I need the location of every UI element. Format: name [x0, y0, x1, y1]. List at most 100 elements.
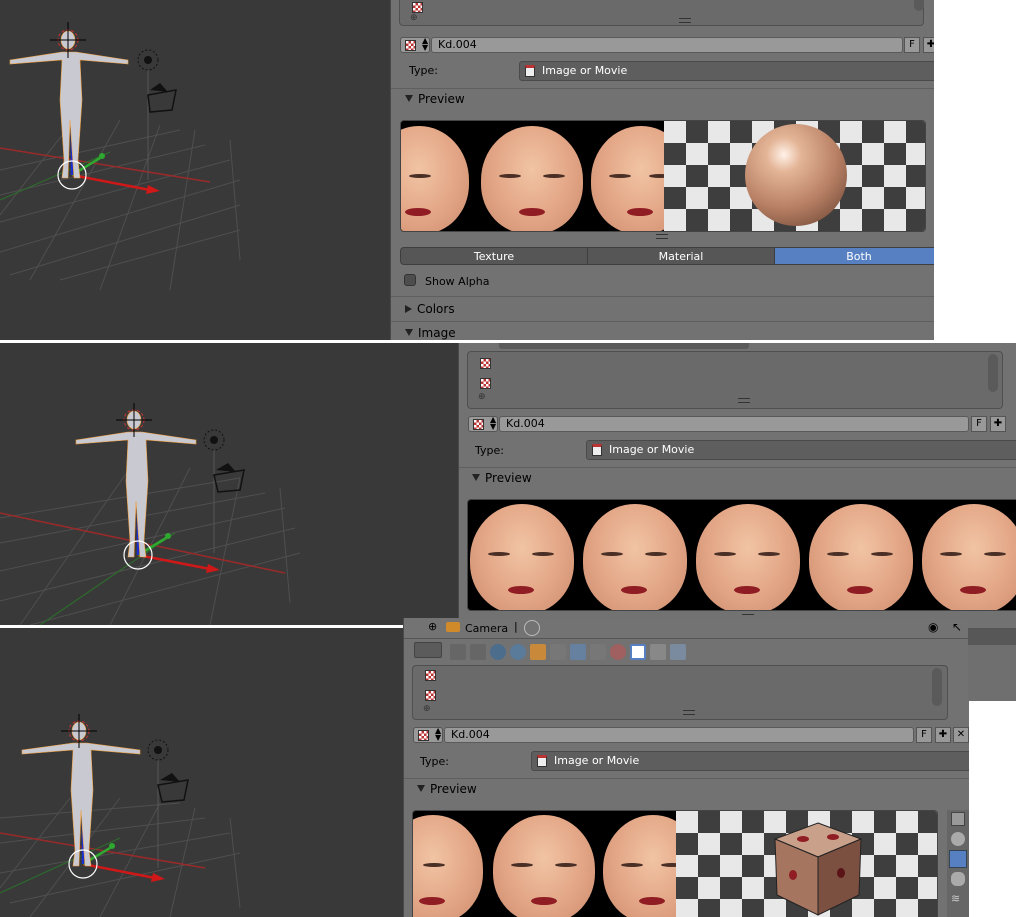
monkey-shape-button[interactable]	[951, 872, 965, 886]
resize-handle[interactable]	[683, 710, 695, 715]
slots-scrollbar[interactable]	[914, 0, 924, 11]
type-select-value: Image or Movie	[609, 443, 695, 456]
face-texture	[583, 504, 687, 610]
face-texture	[413, 815, 483, 917]
fake-user-button[interactable]: F	[916, 727, 932, 743]
image-header[interactable]: Image	[405, 326, 456, 340]
plus-icon[interactable]: ✚	[923, 37, 934, 53]
texture-slots-list[interactable]: ⊕	[399, 0, 924, 26]
tab-material[interactable]: Material	[587, 247, 775, 265]
show-alpha-checkbox[interactable]	[404, 274, 416, 286]
divider	[391, 296, 934, 297]
preview-header[interactable]: Preview	[405, 92, 465, 106]
object-data-icon[interactable]	[530, 644, 546, 660]
resize-handle[interactable]	[656, 234, 668, 239]
face-texture	[470, 504, 574, 610]
viewport-3d-bottom[interactable]	[0, 628, 403, 917]
plus-icon[interactable]: ⊕	[428, 620, 437, 633]
scene-middle	[0, 403, 301, 625]
type-label: Type:	[475, 444, 504, 457]
face-texture	[809, 504, 913, 610]
show-alpha-label: Show Alpha	[425, 275, 490, 288]
slots-scrollbar[interactable]	[988, 354, 998, 392]
fake-user-button[interactable]: F	[904, 37, 920, 53]
texture-name-field[interactable]: Kd.004	[431, 37, 903, 53]
image-icon	[537, 755, 547, 767]
editor-type-icon[interactable]	[414, 642, 442, 658]
resize-handle[interactable]	[738, 398, 750, 403]
cube-shape-button[interactable]	[949, 850, 967, 868]
type-label: Type:	[409, 64, 438, 77]
tab-both[interactable]: Both	[774, 247, 934, 265]
type-select-value: Image or Movie	[542, 64, 628, 77]
type-label: Type:	[420, 755, 449, 768]
constraints-icon[interactable]	[550, 644, 566, 660]
hair-shape-button[interactable]: ≋	[951, 892, 965, 906]
texture-name-field[interactable]: Kd.004	[444, 727, 914, 743]
properties-toolbar[interactable]	[499, 343, 749, 349]
preview-header[interactable]: Preview	[472, 471, 532, 485]
add-slot-icon[interactable]: ⊕	[423, 704, 431, 714]
divider	[391, 321, 934, 322]
camera-label: Camera	[465, 622, 509, 635]
image-icon	[525, 65, 535, 77]
viewport-3d-top[interactable]	[0, 0, 390, 340]
render-icon[interactable]	[450, 644, 466, 660]
type-select[interactable]: Image or Movie	[531, 751, 969, 771]
texture-browse-button[interactable]: ▲ ▼	[400, 37, 430, 53]
scene-bottom	[0, 714, 241, 917]
world-icon[interactable]	[524, 620, 540, 636]
tab-texture[interactable]: Texture	[400, 247, 588, 265]
checker-texture-icon[interactable]	[630, 644, 646, 660]
viewport-3d-middle[interactable]	[0, 343, 458, 625]
type-select-value: Image or Movie	[554, 754, 640, 767]
wrench-icon[interactable]	[570, 644, 586, 660]
checker-texture-icon	[473, 419, 484, 430]
material-sphere	[745, 124, 847, 226]
texture-panel-bottom: ⊕ Camera | ◉ ↖ ⊕ ▲▼ Kd.004 F ✚ ✕ Type:	[403, 618, 969, 917]
side-panel-fragment	[968, 628, 1016, 701]
eye-icon[interactable]: ◉	[928, 620, 938, 634]
checker-texture-icon	[418, 730, 429, 741]
preview-header[interactable]: Preview	[417, 782, 477, 796]
texture-slots-list[interactable]: ⊕	[412, 665, 948, 720]
material-icon[interactable]	[610, 644, 626, 660]
sphere-shape-button[interactable]	[951, 832, 965, 846]
resize-handle[interactable]	[679, 18, 691, 23]
texture-browse-button[interactable]: ▲ ▼	[468, 416, 498, 432]
properties-toolbar[interactable]	[414, 642, 694, 662]
texture-panel-top: ⊕ ▲▼ Kd.004 F ✚ Type: Image or Movie Pre…	[390, 0, 934, 340]
world-icon[interactable]	[490, 644, 506, 660]
texture-name-field[interactable]: Kd.004	[499, 416, 969, 432]
particles-icon[interactable]	[650, 644, 666, 660]
cursor-icon[interactable]: ↖	[952, 620, 962, 634]
colors-header[interactable]: Colors	[405, 302, 455, 316]
fake-user-button[interactable]: F	[971, 416, 987, 432]
divider	[459, 467, 1016, 468]
chevron-updown-icon: ▲ ▼	[490, 415, 497, 431]
texture-slots-list[interactable]: ⊕	[467, 351, 1003, 409]
face-texture	[493, 815, 595, 917]
add-slot-icon[interactable]: ⊕	[410, 13, 418, 23]
type-select[interactable]: Image or Movie	[586, 440, 1016, 460]
add-slot-icon[interactable]: ⊕	[478, 392, 486, 402]
scene-icon[interactable]	[470, 644, 486, 660]
chevron-updown-icon: ▲ ▼	[422, 36, 429, 52]
collapse-triangle-icon	[472, 474, 480, 481]
x-icon[interactable]: ✕	[953, 727, 969, 743]
checker-texture-icon	[480, 378, 491, 389]
collapse-triangle-icon	[405, 95, 413, 102]
chevron-updown-icon: ▲ ▼	[435, 726, 442, 742]
plus-icon[interactable]: ✚	[935, 727, 951, 743]
mesh-icon[interactable]	[590, 644, 606, 660]
plus-icon[interactable]: ✚	[990, 416, 1006, 432]
preview-shape-buttons: ≋	[947, 810, 969, 917]
physics-icon[interactable]	[670, 644, 686, 660]
type-select[interactable]: Image or Movie	[519, 61, 934, 81]
header-bar: ⊕ Camera | ◉ ↖	[404, 618, 969, 639]
slots-scrollbar[interactable]	[932, 668, 942, 706]
plane-shape-button[interactable]	[951, 812, 965, 826]
object-icon[interactable]	[510, 644, 526, 660]
texture-browse-button[interactable]: ▲ ▼	[413, 727, 443, 743]
face-texture	[922, 504, 1016, 610]
